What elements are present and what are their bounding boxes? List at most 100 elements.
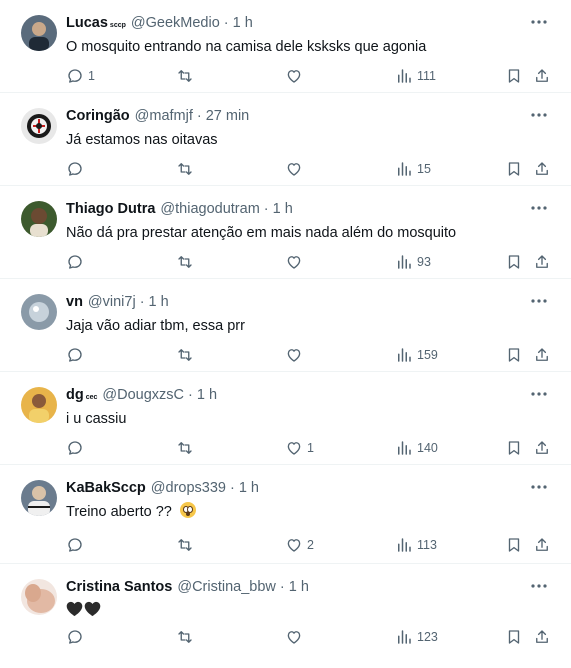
retweet-button[interactable] xyxy=(176,251,198,273)
retweet-button[interactable] xyxy=(176,534,198,556)
more-icon[interactable] xyxy=(527,291,551,311)
share-button[interactable] xyxy=(533,437,551,459)
timestamp[interactable]: 1 h xyxy=(239,480,259,496)
tweet[interactable]: Cristina Santos @Cristina_bbw · 1 h 123 xyxy=(0,564,571,668)
author-name[interactable]: Cristina Santos xyxy=(66,579,172,595)
bookmark-button[interactable] xyxy=(505,344,523,366)
like-button[interactable] xyxy=(285,251,307,273)
more-icon[interactable] xyxy=(527,576,551,596)
like-button[interactable] xyxy=(285,65,307,87)
author-name[interactable]: vn xyxy=(66,294,83,310)
avatar[interactable] xyxy=(21,579,57,615)
share-button[interactable] xyxy=(533,344,551,366)
reply-button[interactable] xyxy=(66,251,88,273)
author-name[interactable]: Coringão xyxy=(66,108,130,124)
like-icon xyxy=(287,256,301,269)
views-button[interactable]: 113 xyxy=(395,534,437,556)
like-button[interactable] xyxy=(285,158,307,180)
views-button[interactable]: 111 xyxy=(395,65,436,87)
views-button[interactable]: 123 xyxy=(395,626,438,648)
timestamp[interactable]: 27 min xyxy=(206,108,250,124)
views-button[interactable]: 140 xyxy=(395,437,438,459)
reply-button[interactable] xyxy=(66,344,88,366)
share-button[interactable] xyxy=(533,65,551,87)
bookmark-button[interactable] xyxy=(505,158,523,180)
author-handle[interactable]: @GeekMedio xyxy=(131,15,220,31)
like-icon xyxy=(287,442,301,455)
bookmark-button[interactable] xyxy=(505,534,523,556)
author-name[interactable]: Thiago Dutra xyxy=(66,201,155,217)
reply-button[interactable] xyxy=(66,534,88,556)
timestamp[interactable]: 1 h xyxy=(149,294,169,310)
share-button[interactable] xyxy=(533,534,551,556)
like-button[interactable] xyxy=(285,626,307,648)
bookmark-button[interactable] xyxy=(505,437,523,459)
bookmark-button[interactable] xyxy=(505,626,523,648)
avatar[interactable] xyxy=(21,108,57,144)
flushed-face-icon xyxy=(179,502,196,518)
avatar[interactable] xyxy=(21,294,57,330)
like-button[interactable]: 2 xyxy=(285,534,314,556)
like-button[interactable]: 1 xyxy=(285,437,314,459)
author-name[interactable]: Lucas xyxy=(66,15,108,31)
bookmark-button[interactable] xyxy=(505,65,523,87)
reply-button[interactable] xyxy=(66,626,88,648)
retweet-button[interactable] xyxy=(176,626,198,648)
views-count: 15 xyxy=(417,162,431,176)
avatar[interactable] xyxy=(21,387,57,423)
tweet[interactable]: Thiago Dutra @thiagodutram · 1 h Não dá … xyxy=(0,186,571,279)
more-icon[interactable] xyxy=(527,198,551,218)
retweet-button[interactable] xyxy=(176,65,198,87)
more-icon[interactable] xyxy=(527,477,551,497)
action-bar: 123 xyxy=(0,626,571,648)
timestamp[interactable]: 1 h xyxy=(289,579,309,595)
views-icon xyxy=(398,162,411,176)
reply-count: 1 xyxy=(88,69,95,83)
reply-button[interactable] xyxy=(66,158,88,180)
author-name[interactable]: KaBakSccp xyxy=(66,480,146,496)
tweet[interactable]: Coringão @mafmjf · 27 min Já estamos nas… xyxy=(0,93,571,186)
timestamp[interactable]: 1 h xyxy=(273,201,293,217)
author-handle[interactable]: @DougxzsC xyxy=(102,387,184,403)
reply-button[interactable] xyxy=(66,437,88,459)
reply-icon xyxy=(68,69,82,83)
timestamp[interactable]: 1 h xyxy=(197,387,217,403)
bookmark-button[interactable] xyxy=(505,251,523,273)
timestamp[interactable]: 1 h xyxy=(233,15,253,31)
avatar[interactable] xyxy=(21,480,57,516)
more-icon[interactable] xyxy=(527,105,551,125)
avatar[interactable] xyxy=(21,201,57,237)
more-icon[interactable] xyxy=(527,384,551,404)
author-handle[interactable]: @mafmjf xyxy=(135,108,193,124)
author-handle[interactable]: @Cristina_bbw xyxy=(177,579,276,595)
retweet-button[interactable] xyxy=(176,158,198,180)
share-button[interactable] xyxy=(533,626,551,648)
action-bar: 1 111 xyxy=(0,65,571,87)
views-button[interactable]: 159 xyxy=(395,344,438,366)
like-icon xyxy=(287,631,301,644)
views-icon xyxy=(398,255,411,269)
like-button[interactable] xyxy=(285,344,307,366)
name-badge: cec xyxy=(85,394,98,401)
retweet-button[interactable] xyxy=(176,344,198,366)
reply-icon xyxy=(68,538,82,552)
tweet[interactable]: KaBakSccp @drops339 · 1 h Treino aberto … xyxy=(0,465,571,564)
reply-feed: Lucas sccp @GeekMedio · 1 h O mosquito e… xyxy=(0,0,571,668)
author-name[interactable]: dg xyxy=(66,387,84,403)
author-handle[interactable]: @thiagodutram xyxy=(160,201,259,217)
tweet[interactable]: Lucas sccp @GeekMedio · 1 h O mosquito e… xyxy=(0,0,571,93)
more-icon[interactable] xyxy=(527,12,551,32)
views-button[interactable]: 15 xyxy=(395,158,431,180)
author-handle[interactable]: @drops339 xyxy=(151,480,226,496)
tweet[interactable]: dg cec @DougxzsC · 1 h i u cassiu 1 140 xyxy=(0,372,571,465)
share-button[interactable] xyxy=(533,158,551,180)
share-button[interactable] xyxy=(533,251,551,273)
tweet[interactable]: vn @vini7j · 1 h Jaja vão adiar tbm, ess… xyxy=(0,279,571,372)
views-button[interactable]: 93 xyxy=(395,251,431,273)
reply-button[interactable]: 1 xyxy=(66,65,95,87)
views-icon xyxy=(398,441,411,455)
separator: · xyxy=(229,480,235,496)
avatar[interactable] xyxy=(21,15,57,51)
retweet-button[interactable] xyxy=(176,437,198,459)
author-handle[interactable]: @vini7j xyxy=(88,294,136,310)
